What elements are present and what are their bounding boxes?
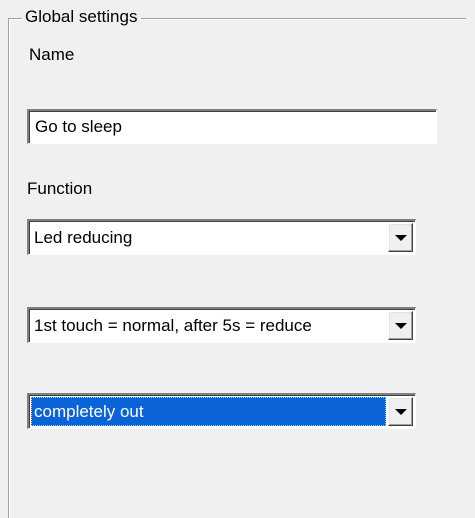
global-settings-groupbox — [8, 18, 466, 518]
reduce-level-select-value: completely out — [31, 397, 386, 426]
function-select[interactable]: Led reducing — [27, 219, 416, 255]
function-label: Function — [27, 179, 93, 198]
touch-mode-select-dropdown-button[interactable] — [388, 311, 413, 340]
reduce-level-select[interactable]: completely out — [27, 393, 416, 429]
chevron-down-icon — [394, 234, 407, 241]
touch-mode-select-value: 1st touch = normal, after 5s = reduce — [34, 316, 312, 335]
name-label: Name — [29, 45, 75, 64]
touch-mode-select[interactable]: 1st touch = normal, after 5s = reduce — [27, 307, 416, 343]
name-input[interactable] — [27, 109, 437, 144]
function-select-value: Led reducing — [34, 228, 133, 247]
groupbox-title: Global settings — [22, 6, 142, 28]
function-select-dropdown-button[interactable] — [388, 223, 413, 252]
reduce-level-select-dropdown-button[interactable] — [388, 397, 413, 426]
chevron-down-icon — [394, 408, 407, 415]
chevron-down-icon — [394, 322, 407, 329]
